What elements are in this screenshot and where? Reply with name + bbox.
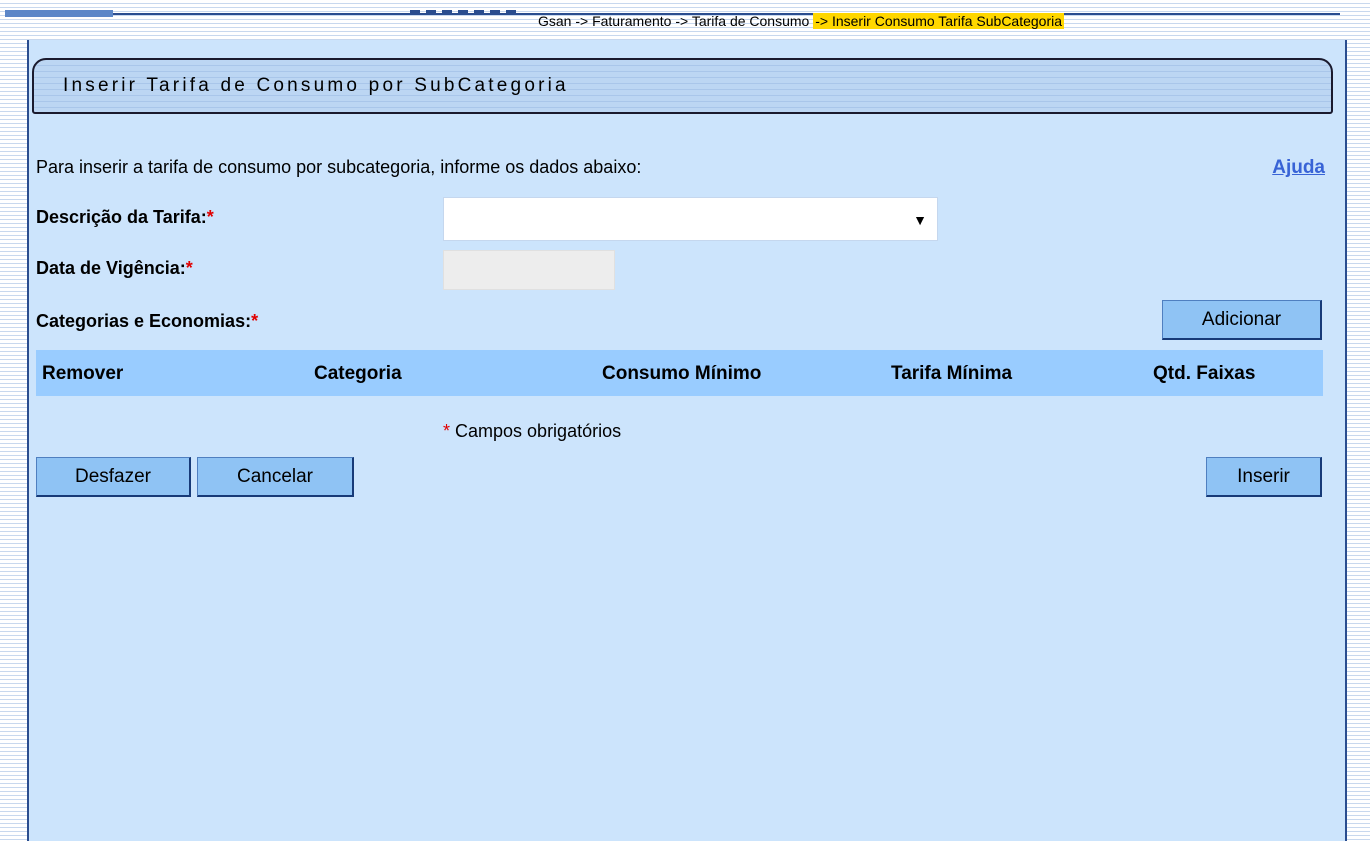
- cancelar-button[interactable]: Cancelar: [197, 457, 354, 497]
- dropdown-caret-icon: ▼: [913, 212, 927, 228]
- inserir-button[interactable]: Inserir: [1206, 457, 1322, 497]
- breadcrumb: Gsan -> Faturamento -> Tarifa de Consumo…: [538, 13, 1065, 29]
- categorias-label-text: Categorias e Economias:: [36, 311, 252, 331]
- header-decoration: [410, 10, 520, 13]
- page-title-tab: Inserir Tarifa de Consumo por SubCategor…: [32, 58, 1333, 114]
- categorias-label: Categorias e Economias:*: [36, 311, 258, 332]
- adicionar-button[interactable]: Adicionar: [1162, 300, 1322, 340]
- data-vigencia-label: Data de Vigência:*: [36, 258, 193, 279]
- required-marker: *: [185, 258, 193, 278]
- main-panel: Inserir Tarifa de Consumo por SubCategor…: [27, 40, 1347, 841]
- required-fields-text: Campos obrigatórios: [450, 421, 622, 441]
- required-marker: *: [443, 421, 451, 441]
- header-accent-bar: [5, 10, 113, 17]
- desfazer-button[interactable]: Desfazer: [36, 457, 191, 497]
- data-vigencia-field[interactable]: [443, 250, 615, 290]
- column-header-remover: Remover: [42, 363, 124, 384]
- page-title: Inserir Tarifa de Consumo por SubCategor…: [63, 75, 569, 96]
- column-header-categoria: Categoria: [314, 363, 402, 384]
- required-fields-note: * Campos obrigatórios: [443, 421, 621, 442]
- column-header-qtd-faixas: Qtd. Faixas: [1153, 363, 1256, 384]
- descricao-label: Descrição da Tarifa:*: [36, 207, 214, 228]
- breadcrumb-current: -> Inserir Consumo Tarifa SubCategoria: [813, 13, 1065, 29]
- column-header-consumo-minimo: Consumo Mínimo: [602, 363, 762, 384]
- categorias-table-header: Remover Categoria Consumo Mínimo Tarifa …: [36, 350, 1323, 396]
- breadcrumb-trail: Gsan -> Faturamento -> Tarifa de Consumo: [538, 13, 814, 29]
- help-link[interactable]: Ajuda: [1272, 157, 1325, 179]
- intro-text: Para inserir a tarifa de consumo por sub…: [36, 157, 642, 177]
- required-marker: *: [206, 207, 214, 227]
- descricao-tarifa-select[interactable]: ▼: [443, 197, 938, 241]
- required-marker: *: [251, 311, 259, 331]
- column-header-tarifa-minima: Tarifa Mínima: [891, 363, 1013, 384]
- data-vigencia-label-text: Data de Vigência:: [36, 258, 186, 278]
- descricao-label-text: Descrição da Tarifa:: [36, 207, 207, 227]
